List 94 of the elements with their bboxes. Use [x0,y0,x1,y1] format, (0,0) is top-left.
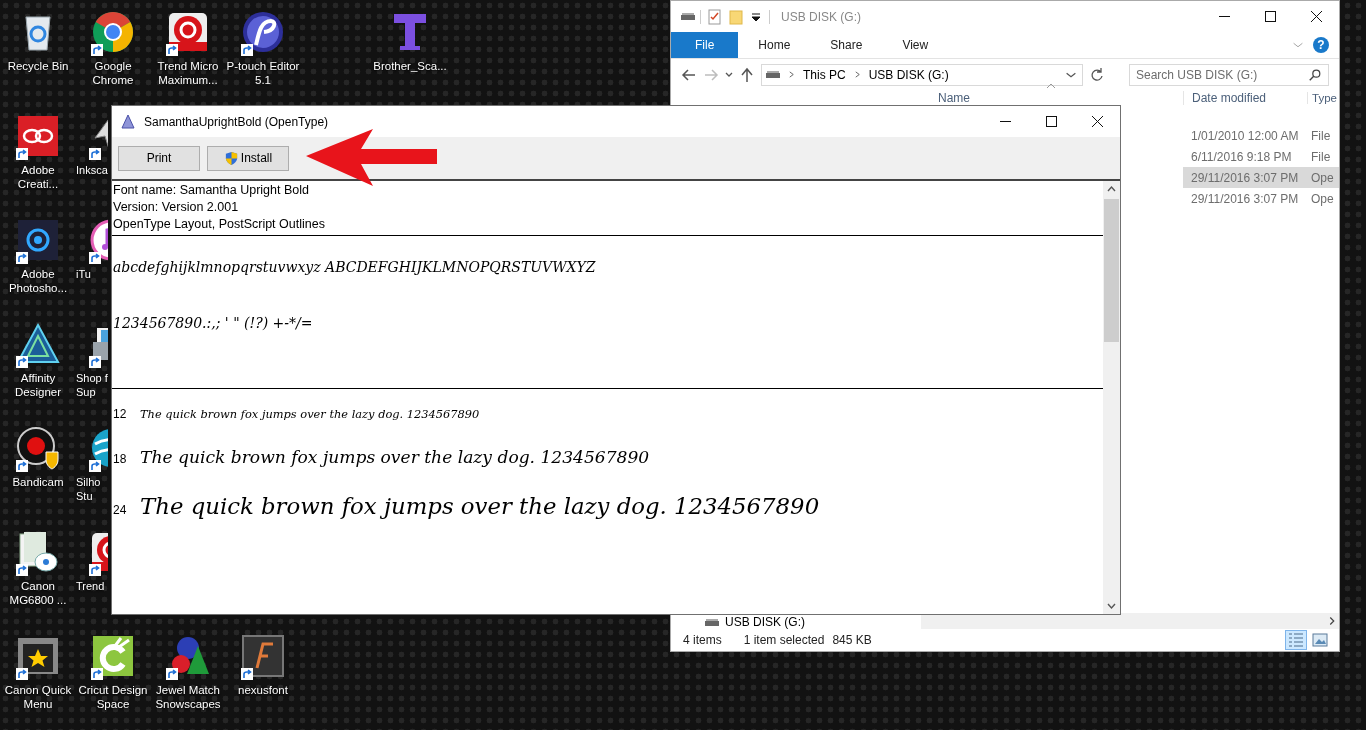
search-field[interactable]: Search USB DISK (G:) [1129,63,1329,86]
breadcrumb-item[interactable]: USB DISK (G:) [868,67,949,82]
desktop-icon-label[interactable]: Canon MG6800 ... [0,579,76,607]
forward-arrow-icon [703,66,719,83]
size-sample: The quick brown fox jumps over the lazy dog. 1234567890 [140,407,480,421]
desktop-icon-label[interactable]: Canon Quick Menu [0,683,76,711]
chevron-right-icon [788,71,795,78]
character-sample: abcdefghijklmnopqrstuvwxyz ABCDEFGHIJKLMNOPQRSTUVWXYZ [113,259,596,275]
window-title: SamanthaUprightBold (OpenType) [144,114,329,129]
desktop-icon-label[interactable]: Cricut Design Space [75,683,151,711]
address-bar[interactable]: This PC USB DISK (G:) [761,63,1083,86]
character-sample: 1234567890.:,; ' " (!?) +-*/= [113,315,313,331]
date-modified-cell-text: 29/11/2016 3:07 PM [1190,170,1300,185]
nav-button[interactable] [681,66,697,83]
shield-icon [223,150,239,166]
refresh-icon [1089,66,1105,83]
desktop-icon-label[interactable]: Trend Micro Maximum... [150,59,226,87]
column-header[interactable]: Date modified [1183,91,1307,105]
type-cell-text: File [1310,128,1332,143]
desktop-icon-label[interactable]: nexusfont [225,683,301,697]
ribbon-tab[interactable]: File [671,32,739,58]
size-sample: The quick brown fox jumps over the lazy dog. 1234567890 [140,447,650,467]
help-button[interactable]: ? [1313,37,1329,53]
close-icon [1091,116,1103,127]
thumbnails-view-button[interactable] [1309,630,1331,650]
desktop-icon-label[interactable]: P-touch Editor 5.1 [225,59,301,87]
ribbon-tab[interactable]: Home [738,32,811,58]
record-icon[interactable] [14,424,62,472]
back-arrow-icon [681,66,697,83]
drive-icon [766,71,780,78]
refresh-button[interactable] [1089,66,1105,83]
nav-pane-item-label[interactable]: USB DISK (G:) [725,615,805,629]
scrollbar-thumb[interactable] [1104,199,1119,342]
desktop-icon-label[interactable]: Adobe Creati... [0,163,76,191]
chevron-down-icon [725,72,733,77]
thumbnails-view-icon [1312,632,1328,648]
font-tile-icon[interactable] [239,632,287,680]
ribbon-tab[interactable]: View [882,32,949,58]
size-sample: The quick brown fox jumps over the lazy dog. 1234567890 [140,493,820,519]
desktop-icon-label[interactable]: Affinity Designer [0,371,76,399]
search-icon [1308,67,1322,82]
window-title: USB DISK (G:) [781,9,861,24]
details-view-icon [1288,632,1304,648]
desktop-icon-label[interactable]: Adobe Photosho... [0,267,76,295]
ribbon-tab[interactable]: Share [810,32,883,58]
nav-pane-item[interactable]: USB DISK (G:) [671,615,921,629]
horizontal-scrollbar[interactable] [921,613,1339,629]
font-info-line: Version: Version 2.001 [113,199,240,216]
sort-caret-icon [1046,83,1056,89]
type-cell-text: Ope [1310,191,1335,206]
type-cell-text: Ope [1310,170,1335,185]
desktop-icon-label[interactable]: iTu [75,267,91,281]
desktop-icon-label[interactable]: Bandicam [0,475,76,489]
desktop-icon-label[interactable]: Brother_Sca... [372,59,448,73]
point-size: 12 [113,407,128,421]
drive-icon [705,618,719,626]
file-row[interactable]: 29/11/2016 3:07 PM Ope [1183,188,1339,209]
point-size: 18 [113,452,128,466]
column-header[interactable]: Type [1307,92,1339,104]
desktop-icon-label[interactable]: Silho Stu [75,475,101,503]
maximize-icon [1264,11,1276,22]
close-icon [1310,11,1322,22]
desktop-icon-label[interactable]: Jewel Match Snowscapes [150,683,226,711]
drive-icon [681,13,695,20]
selection-status: 1 item selected [743,633,825,647]
column-header[interactable]: Name [921,91,1183,105]
nav-button[interactable] [739,66,755,83]
item-count: 4 items [683,633,722,647]
date-modified-cell-text: 6/11/2016 9:18 PM [1190,149,1293,164]
checklist-icon[interactable] [706,8,722,25]
desktop-icon-label[interactable]: Recycle Bin [0,59,76,73]
file-row[interactable]: 1/01/2010 12:00 AM File [1183,125,1339,146]
up-arrow-icon [739,66,755,83]
font-file-icon [120,113,136,130]
nav-button[interactable] [725,72,733,77]
chevron-right-icon [853,71,861,78]
font-info-line: OpenType Layout, PostScript Outlines [113,216,326,233]
install-button[interactable]: Install [207,145,289,171]
breadcrumb-item[interactable]: This PC [803,67,846,82]
vertical-scrollbar[interactable] [1103,181,1120,614]
date-modified-cell-text: 1/01/2010 12:00 AM [1190,128,1300,143]
file-row[interactable]: 6/11/2016 9:18 PM File [1183,146,1339,167]
type-cell-text: File [1310,149,1332,164]
file-row[interactable]: 29/11/2016 3:07 PM Ope [1183,167,1339,188]
date-modified-cell-text: 29/11/2016 3:07 PM [1190,191,1300,206]
maximize-icon [1045,116,1057,127]
font-info-line: Font name: Samantha Upright Bold [113,182,310,199]
selection-size: 845 KB [832,633,872,647]
desktop-icon-label[interactable]: Shop f Sup [75,371,108,399]
desktop-icon-label[interactable]: Inksca [75,163,108,177]
print-button[interactable]: Print [118,145,200,171]
point-size: 24 [113,503,128,517]
desktop-icon-label[interactable]: Trend [75,579,105,593]
desktop-icon-label[interactable]: Google Chrome [75,59,151,87]
